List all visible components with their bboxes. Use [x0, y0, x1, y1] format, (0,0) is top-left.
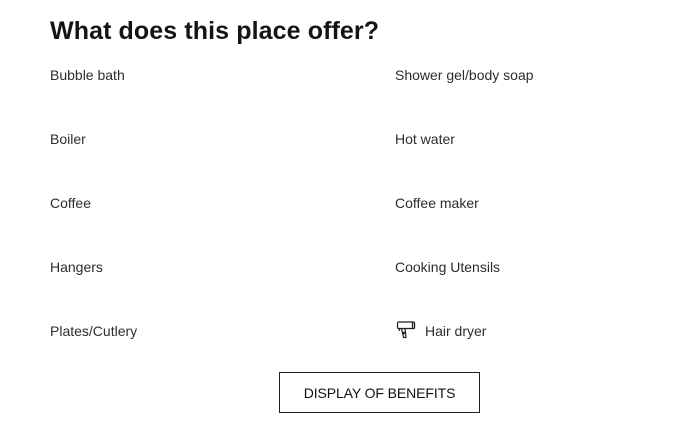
amenity-item: Bubble bath [50, 62, 395, 126]
section-title: What does this place offer? [50, 17, 380, 45]
amenity-item: Hangers [50, 254, 395, 318]
amenity-item: Hot water [395, 126, 650, 190]
amenity-label: Plates/Cutlery [50, 323, 138, 339]
amenity-label: Hot water [395, 131, 455, 147]
amenity-item: Boiler [50, 126, 395, 190]
amenity-item: Cooking Utensils [395, 254, 650, 318]
amenity-item: Coffee [50, 190, 395, 254]
display-benefits-button[interactable]: DISPLAY OF BENEFITS [279, 372, 480, 413]
amenity-label: Boiler [50, 131, 86, 147]
amenity-label: Shower gel/body soap [395, 67, 534, 83]
amenity-label: Cooking Utensils [395, 259, 501, 275]
amenity-item: Shower gel/body soap [395, 62, 650, 126]
amenity-item: Coffee maker [395, 190, 650, 254]
hair-dryer-icon [395, 319, 417, 341]
amenity-label: Hair dryer [425, 323, 487, 339]
amenity-label: Hangers [50, 259, 103, 275]
amenity-label: Bubble bath [50, 67, 125, 83]
amenity-label: Coffee maker [395, 195, 479, 211]
cta-wrapper: DISPLAY OF BENEFITS [279, 372, 480, 413]
amenity-label: Coffee [50, 195, 91, 211]
amenities-grid: Bubble bath Shower gel/body soap Boiler … [50, 62, 650, 382]
